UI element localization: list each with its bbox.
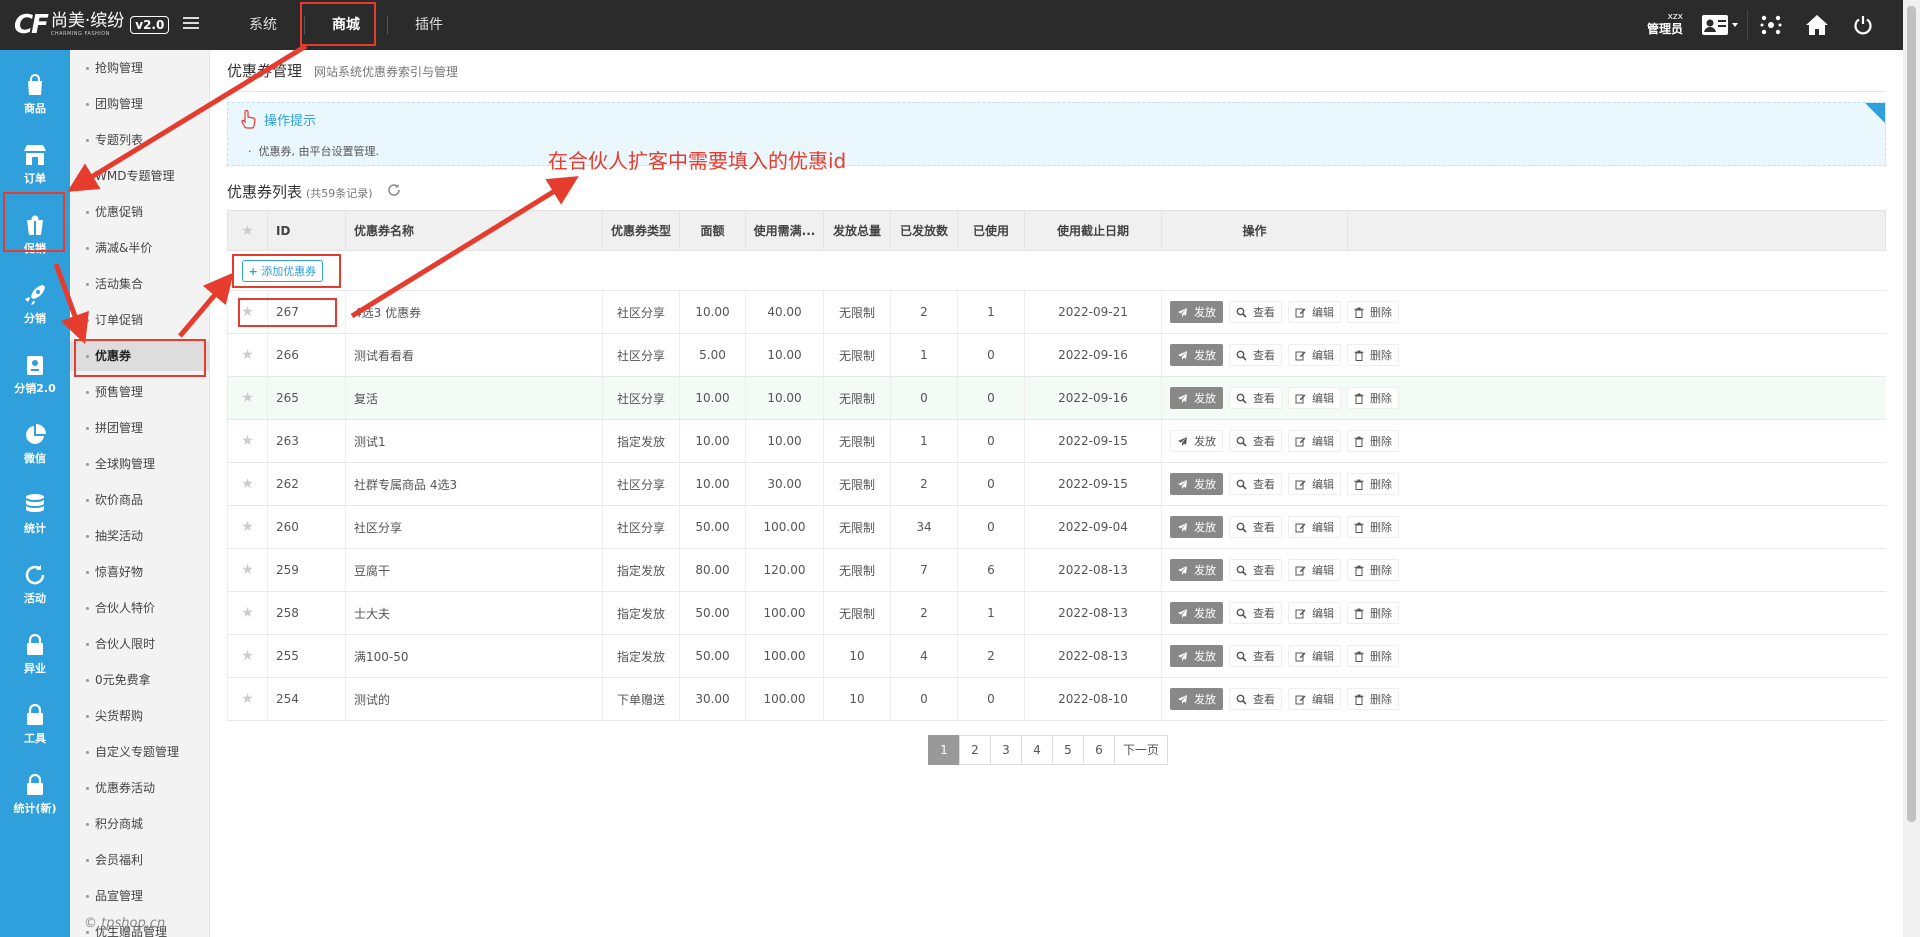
scrollbar[interactable] bbox=[1903, 0, 1920, 937]
annotation-arrow bbox=[53, 263, 89, 345]
annotation-arrow bbox=[67, 43, 308, 192]
scrollbar-thumb[interactable] bbox=[1907, 6, 1916, 822]
annotation-arrow bbox=[178, 272, 234, 338]
annotation-arrow bbox=[350, 176, 579, 319]
annotation-arrows bbox=[53, 43, 579, 345]
